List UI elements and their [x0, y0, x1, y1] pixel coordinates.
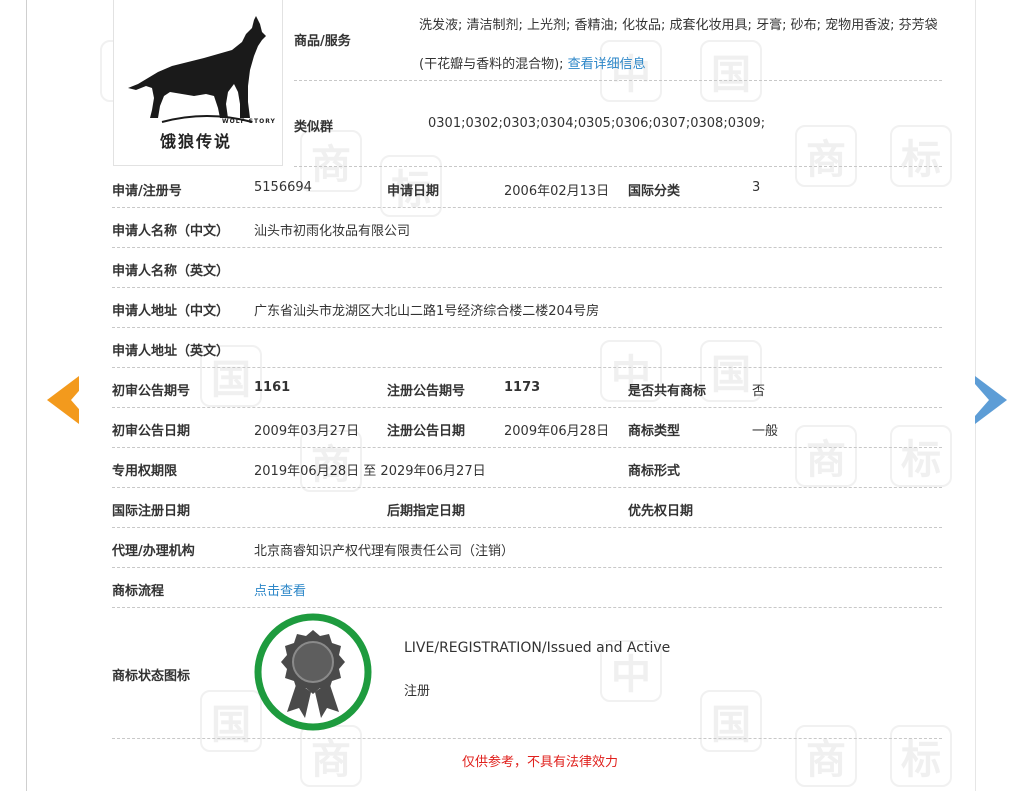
status-badge-icon — [254, 613, 372, 731]
reg-no-value: 5156694 — [254, 180, 312, 195]
goods-label: 商品/服务 — [294, 34, 351, 49]
reg-issue-label: 注册公告期号 — [387, 384, 466, 399]
flow-label: 商标流程 — [112, 584, 165, 599]
intl-class-label: 国际分类 — [628, 184, 681, 199]
disclaimer-text: 仅供参考，不具有法律效力 — [461, 755, 618, 770]
shared-value: 否 — [752, 384, 766, 399]
row-divider — [112, 327, 942, 328]
goods-list: 洗发液; 清洁制剂; 上光剂; 香精油; 化妆品; 成套化妆用具; 牙膏; 砂布… — [419, 18, 938, 72]
row-divider — [112, 247, 942, 248]
prelim-date-label: 初审公告日期 — [112, 424, 191, 439]
app-date-label: 申请日期 — [387, 184, 440, 199]
status-en-text: LIVE/REGISTRATION/Issued and Active — [404, 640, 671, 656]
trademark-detail-panel: WOLF STORY 饿狼传说 商品/服务 洗发液; 清洁制剂; 上光剂; 香精… — [0, 0, 1019, 791]
shared-label: 是否共有商标 — [628, 384, 707, 399]
row-divider — [112, 407, 942, 408]
view-details-link[interactable]: 查看详细信息 — [568, 57, 646, 72]
row-divider — [112, 487, 942, 488]
address-cn-label: 申请人地址（中文） — [112, 304, 230, 319]
agent-label: 代理/办理机构 — [112, 544, 195, 559]
arrow-right-icon-cut — [975, 384, 989, 416]
row-divider — [112, 738, 942, 739]
reg-date-value: 2009年06月28日 — [504, 424, 610, 439]
goods-value: 洗发液; 清洁制剂; 上光剂; 香精油; 化妆品; 成套化妆用具; 牙膏; 砂布… — [419, 6, 944, 84]
app-date-value: 2006年02月13日 — [504, 184, 610, 199]
intl-class-value: 3 — [752, 180, 761, 195]
reg-date-label: 注册公告日期 — [387, 424, 466, 439]
row-divider — [112, 527, 942, 528]
later-date-label: 后期指定日期 — [387, 504, 466, 519]
row-divider — [112, 607, 942, 608]
intl-reg-date-label: 国际注册日期 — [112, 504, 191, 519]
row-divider — [112, 447, 942, 448]
wolf-logo-icon — [128, 16, 266, 123]
prelim-date-value: 2009年03月27日 — [254, 424, 360, 439]
trademark-image: WOLF STORY 饿狼传说 — [113, 0, 283, 166]
row-divider — [112, 567, 942, 568]
logo-text-en: WOLF STORY — [222, 118, 276, 125]
reg-no-label: 申请/注册号 — [112, 184, 182, 199]
similar-group-value: 0301;0302;0303;0304;0305;0306;0307;0308;… — [428, 116, 766, 131]
priority-label: 优先权日期 — [628, 504, 694, 519]
status-cn-text: 注册 — [404, 684, 431, 699]
tm-type-value: 一般 — [752, 424, 779, 439]
view-flow-link[interactable]: 点击查看 — [254, 580, 306, 599]
address-cn-value: 广东省汕头市龙湖区大北山二路1号经济综合楼二楼204号房 — [254, 304, 600, 319]
status-label: 商标状态图标 — [112, 669, 191, 684]
applicant-cn-value: 汕头市初雨化妆品有限公司 — [254, 224, 411, 239]
tm-form-label: 商标形式 — [628, 464, 681, 479]
prelim-issue-label: 初审公告期号 — [112, 384, 191, 399]
arrow-left-icon-cut — [71, 384, 85, 416]
prelim-issue-value: 1161 — [254, 380, 291, 395]
agent-value: 北京商睿知识产权代理有限责任公司（注销） — [254, 544, 515, 559]
row-divider — [294, 166, 942, 167]
applicant-en-label: 申请人名称（英文） — [112, 264, 230, 279]
reg-issue-value: 1173 — [504, 380, 541, 395]
row-divider — [112, 367, 942, 368]
logo-text-cn: 饿狼传说 — [160, 132, 233, 151]
applicant-cn-label: 申请人名称（中文） — [112, 224, 230, 239]
row-divider — [112, 207, 942, 208]
similar-group-label: 类似群 — [294, 120, 334, 135]
row-divider — [294, 80, 942, 81]
address-en-label: 申请人地址（英文） — [112, 344, 230, 359]
exclusive-value: 2019年06月28日 至 2029年06月27日 — [254, 464, 486, 479]
row-divider — [112, 287, 942, 288]
exclusive-label: 专用权期限 — [112, 464, 178, 479]
tm-type-label: 商标类型 — [628, 424, 681, 439]
